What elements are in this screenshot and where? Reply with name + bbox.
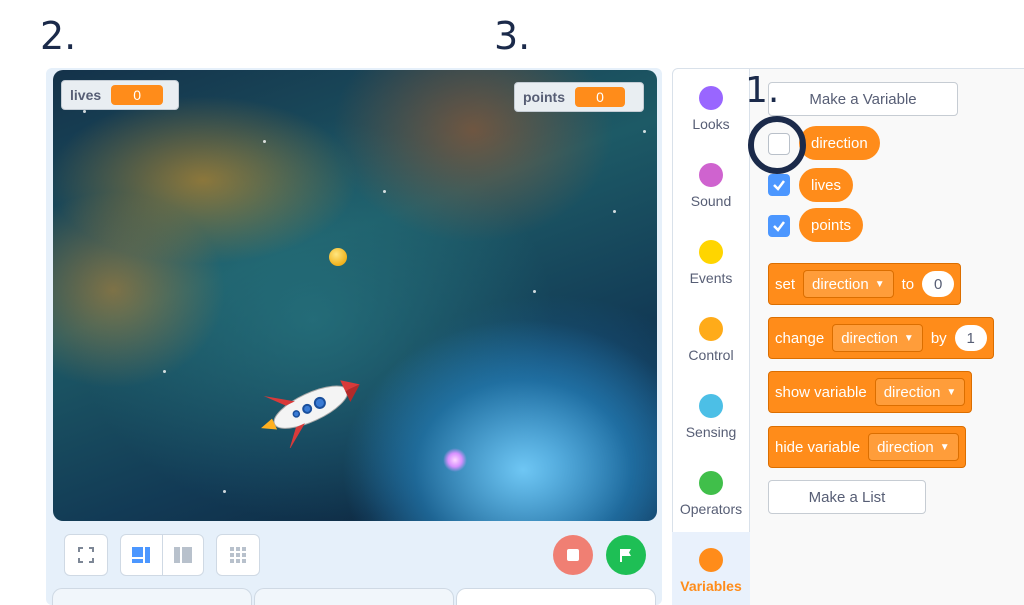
highlight-circle xyxy=(748,116,806,174)
sprite-pane-tab xyxy=(254,588,454,605)
variables-dot-icon xyxy=(699,548,723,572)
sound-dot-icon xyxy=(699,163,723,187)
variable-dropdown[interactable]: direction ▼ xyxy=(868,433,959,461)
variable-dropdown[interactable]: direction ▼ xyxy=(874,378,966,406)
variable-dropdown[interactable]: direction ▼ xyxy=(832,324,923,352)
ball-sprite[interactable] xyxy=(329,248,347,266)
points-monitor[interactable]: points 0 xyxy=(514,82,644,112)
step-3-annotation: 3. xyxy=(494,14,531,58)
star xyxy=(643,130,646,133)
stop-icon xyxy=(567,549,579,561)
variable-dropdown[interactable]: direction ▼ xyxy=(803,270,894,298)
lives-monitor-label: lives xyxy=(70,87,102,103)
category-sound[interactable]: Sound xyxy=(672,163,750,229)
stage-layout-toggle xyxy=(120,534,204,576)
show-variable-block[interactable]: show variable direction ▼ xyxy=(768,371,973,413)
star xyxy=(263,140,266,143)
lives-checkbox[interactable] xyxy=(768,174,790,196)
small-stage-icon xyxy=(132,547,151,563)
points-checkbox[interactable] xyxy=(768,215,790,237)
large-stage-icon xyxy=(173,547,192,563)
green-flag-button[interactable] xyxy=(606,535,646,575)
events-dot-icon xyxy=(699,240,723,264)
variable-reporter-lives[interactable]: lives xyxy=(799,168,854,202)
category-variables[interactable]: Variables xyxy=(672,532,750,605)
category-label: Operators xyxy=(679,501,743,517)
block-text: hide variable xyxy=(775,438,861,456)
step-2-annotation: 2. xyxy=(40,14,77,58)
star xyxy=(223,490,226,493)
star xyxy=(613,210,616,213)
lives-monitor-value: 0 xyxy=(111,85,164,105)
variable-reporter-direction[interactable]: direction xyxy=(799,126,880,160)
dropdown-arrow-icon: ▼ xyxy=(874,278,885,290)
star xyxy=(163,370,166,373)
block-text: to xyxy=(901,275,915,293)
looks-dot-icon xyxy=(699,86,723,110)
category-events[interactable]: Events xyxy=(672,240,750,306)
set-variable-block[interactable]: set direction ▼ to 0 xyxy=(768,263,962,305)
points-monitor-label: points xyxy=(523,89,565,105)
value-input[interactable]: 1 xyxy=(954,325,987,351)
stop-button[interactable] xyxy=(553,535,593,575)
stage-pane-tab xyxy=(456,588,656,605)
sensing-dot-icon xyxy=(699,394,723,418)
block-text: change xyxy=(775,329,825,347)
block-text: by xyxy=(930,329,947,347)
green-flag-icon xyxy=(620,549,631,562)
category-label: Sound xyxy=(690,193,732,209)
fullscreen-icon xyxy=(78,547,94,563)
hide-variable-block[interactable]: hide variable direction ▼ xyxy=(768,426,966,468)
category-sensing[interactable]: Sensing xyxy=(672,394,750,460)
make-variable-button[interactable]: Make a Variable xyxy=(768,82,958,116)
category-label: Events xyxy=(689,270,733,286)
step-1-annotation: 1. xyxy=(745,70,780,111)
category-operators[interactable]: Operators xyxy=(672,471,750,537)
make-list-button[interactable]: Make a List xyxy=(768,480,926,514)
category-control[interactable]: Control xyxy=(672,317,750,383)
star xyxy=(383,190,386,193)
category-looks[interactable]: Looks xyxy=(672,86,750,152)
fullscreen-button[interactable] xyxy=(64,534,108,576)
small-stage-button[interactable] xyxy=(121,535,162,575)
category-label: Control xyxy=(688,347,734,363)
block-text: set xyxy=(775,275,796,293)
rocket-sprite[interactable] xyxy=(249,368,369,448)
dropdown-arrow-icon: ▼ xyxy=(939,441,950,453)
block-text: show variable xyxy=(775,383,867,401)
star xyxy=(83,110,86,113)
dropdown-arrow-icon: ▼ xyxy=(946,386,957,398)
variable-reporter-points[interactable]: points xyxy=(799,208,864,242)
grid-view-button[interactable] xyxy=(216,534,260,576)
nebula-sparkle xyxy=(443,448,467,472)
category-label: Sensing xyxy=(685,424,737,440)
control-dot-icon xyxy=(699,317,723,341)
value-input[interactable]: 0 xyxy=(922,271,955,297)
category-label: Looks xyxy=(692,116,730,132)
star xyxy=(533,290,536,293)
checkmark-icon xyxy=(773,221,785,232)
operators-dot-icon xyxy=(699,471,723,495)
dropdown-arrow-icon: ▼ xyxy=(903,332,914,344)
stage-canvas[interactable] xyxy=(53,70,657,521)
lives-monitor[interactable]: lives 0 xyxy=(61,80,179,110)
large-stage-button[interactable] xyxy=(161,535,204,575)
checkmark-icon xyxy=(773,180,785,191)
points-monitor-value: 0 xyxy=(575,87,625,107)
sprite-pane-tab xyxy=(52,588,252,605)
change-variable-block[interactable]: change direction ▼ by 1 xyxy=(768,317,994,359)
grid-icon xyxy=(230,547,246,563)
category-label: Variables xyxy=(680,578,742,594)
